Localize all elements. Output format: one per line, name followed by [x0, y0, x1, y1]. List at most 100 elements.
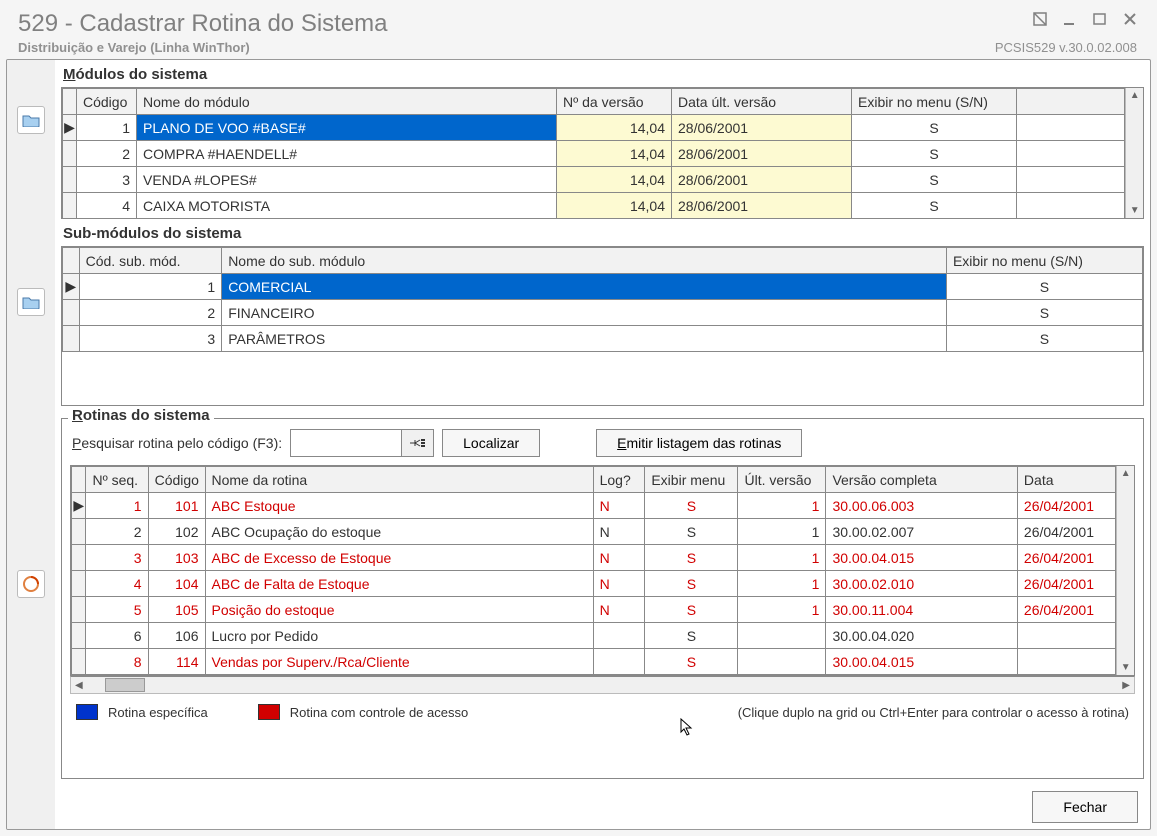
scroll-up-icon[interactable]: ▲ [1128, 88, 1142, 103]
col-sub-codigo[interactable]: Cód. sub. mód. [79, 248, 222, 274]
cell-nome: Lucro por Pedido [205, 623, 593, 649]
legend-blue-box [76, 704, 98, 720]
folder-icon-2[interactable] [17, 288, 45, 316]
routines-grid[interactable]: Nº seq. Código Nome da rotina Log? Exibi… [70, 465, 1135, 676]
table-row[interactable]: ▶1101ABC EstoqueNS130.00.06.00326/04/200… [72, 493, 1116, 519]
cell-nome: Vendas por Superv./Rca/Cliente [205, 649, 593, 675]
cell-exibir: S [645, 623, 738, 649]
col-exibir[interactable]: Exibir menu [645, 467, 738, 493]
cell-codigo: 103 [148, 545, 205, 571]
search-input[interactable] [291, 430, 401, 456]
books-icon[interactable] [17, 570, 45, 598]
cell-data: 28/06/2001 [672, 115, 852, 141]
cell-nome: ABC Estoque [205, 493, 593, 519]
row-indicator [63, 141, 77, 167]
fechar-button[interactable]: Fechar [1032, 791, 1138, 823]
col-nome[interactable]: Nome da rotina [205, 467, 593, 493]
minimize-icon[interactable] [1061, 10, 1079, 28]
cell-codigo: 102 [148, 519, 205, 545]
folder-icon[interactable] [17, 106, 45, 134]
row-indicator: ▶ [72, 493, 86, 519]
col-indicator [63, 89, 77, 115]
table-row[interactable]: 3103ABC de Excesso de EstoqueNS130.00.04… [72, 545, 1116, 571]
cell-ult: 1 [738, 519, 826, 545]
cell-exibir: S [946, 326, 1142, 352]
cell-log: N [593, 519, 645, 545]
col-cod[interactable]: Código [148, 467, 205, 493]
close-icon[interactable] [1121, 10, 1139, 28]
table-row[interactable]: 2COMPRA #HAENDELL#14,0428/06/2001S [63, 141, 1125, 167]
content-area: Módulos do sistema Código Nome do módulo… [6, 59, 1151, 830]
cell-log: N [593, 545, 645, 571]
table-row[interactable]: 8114Vendas por Superv./Rca/ClienteS30.00… [72, 649, 1116, 675]
cell-data: 26/04/2001 [1017, 493, 1115, 519]
emitir-button[interactable]: Emitir listagem das rotinas [596, 429, 802, 457]
col-nome[interactable]: Nome do módulo [137, 89, 557, 115]
col-exibir[interactable]: Exibir no menu (S/N) [852, 89, 1017, 115]
col-ver[interactable]: Versão completa [826, 467, 1017, 493]
cell-data: 26/04/2001 [1017, 519, 1115, 545]
cell-ver: 30.00.11.004 [826, 597, 1017, 623]
modules-grid[interactable]: Código Nome do módulo Nº da versão Data … [61, 87, 1144, 219]
col-log[interactable]: Log? [593, 467, 645, 493]
modules-table[interactable]: Código Nome do módulo Nº da versão Data … [62, 88, 1125, 219]
modules-scrollbar[interactable]: ▲▼ [1125, 88, 1143, 218]
table-row[interactable]: 5105Posição do estoqueNS130.00.11.00426/… [72, 597, 1116, 623]
scroll-up-icon[interactable]: ▲ [1119, 466, 1133, 481]
col-sub-exibir[interactable]: Exibir no menu (S/N) [946, 248, 1142, 274]
routines-table[interactable]: Nº seq. Código Nome da rotina Log? Exibi… [71, 466, 1116, 675]
table-row[interactable]: ▶1COMERCIALS [63, 274, 1143, 300]
cell-ver: 30.00.02.010 [826, 571, 1017, 597]
cell-exibir: S [645, 597, 738, 623]
col-codigo[interactable]: Código [77, 89, 137, 115]
col-data[interactable]: Data últ. versão [672, 89, 852, 115]
cell-log: N [593, 571, 645, 597]
localizar-button[interactable]: Localizar [442, 429, 540, 457]
cell-codigo: 114 [148, 649, 205, 675]
scroll-left-icon[interactable]: ◀ [71, 680, 87, 691]
cell-ver: 30.00.06.003 [826, 493, 1017, 519]
search-lookup-button[interactable] [401, 430, 433, 456]
table-row[interactable]: 2FINANCEIROS [63, 300, 1143, 326]
cell-versao: 14,04 [557, 141, 672, 167]
table-row[interactable]: 4CAIXA MOTORISTA14,0428/06/2001S [63, 193, 1125, 219]
col-sub-nome[interactable]: Nome do sub. módulo [222, 248, 947, 274]
col-ult[interactable]: Últ. versão [738, 467, 826, 493]
submodules-grid[interactable]: Cód. sub. mód. Nome do sub. módulo Exibi… [61, 246, 1144, 406]
scroll-down-icon[interactable]: ▼ [1119, 660, 1133, 675]
col-data[interactable]: Data [1017, 467, 1115, 493]
routines-scrollbar[interactable]: ▲▼ [1116, 466, 1134, 675]
table-row[interactable]: 4104ABC de Falta de EstoqueNS130.00.02.0… [72, 571, 1116, 597]
scroll-right-icon[interactable]: ▶ [1118, 680, 1134, 691]
routines-groupbox: Rotinas do sistema Pesquisar rotina pelo… [61, 418, 1144, 779]
scroll-down-icon[interactable]: ▼ [1128, 203, 1142, 218]
table-row[interactable]: ▶1PLANO DE VOO #BASE#14,0428/06/2001S [63, 115, 1125, 141]
cell-ult: 1 [738, 597, 826, 623]
cell-codigo: 104 [148, 571, 205, 597]
row-indicator [72, 545, 86, 571]
routines-h-scrollbar[interactable]: ◀ ▶ [70, 676, 1135, 694]
cell-log: N [593, 597, 645, 623]
maximize-icon[interactable] [1091, 10, 1109, 28]
cell-codigo: 1 [79, 274, 222, 300]
main-panel: Módulos do sistema Código Nome do módulo… [55, 60, 1150, 829]
cell-log: N [593, 493, 645, 519]
col-versao[interactable]: Nº da versão [557, 89, 672, 115]
submodules-table[interactable]: Cód. sub. mód. Nome do sub. módulo Exibi… [62, 247, 1143, 352]
cell-exibir: S [852, 115, 1017, 141]
legend-blue-label: Rotina específica [108, 705, 208, 720]
pin-icon[interactable] [1031, 10, 1049, 28]
cell-nome: CAIXA MOTORISTA [137, 193, 557, 219]
cell-exibir: S [645, 649, 738, 675]
cell-exibir: S [946, 274, 1142, 300]
cell-data: 26/04/2001 [1017, 597, 1115, 623]
table-row[interactable]: 3VENDA #LOPES#14,0428/06/2001S [63, 167, 1125, 193]
table-row[interactable]: 6106Lucro por PedidoS30.00.04.020 [72, 623, 1116, 649]
cell-seq: 3 [86, 545, 148, 571]
scroll-thumb[interactable] [105, 678, 145, 692]
col-seq[interactable]: Nº seq. [86, 467, 148, 493]
modules-title: Módulos do sistema [61, 62, 1144, 85]
table-row[interactable]: 2102ABC Ocupação do estoqueNS130.00.02.0… [72, 519, 1116, 545]
cell-data: 28/06/2001 [672, 141, 852, 167]
table-row[interactable]: 3PARÂMETROSS [63, 326, 1143, 352]
